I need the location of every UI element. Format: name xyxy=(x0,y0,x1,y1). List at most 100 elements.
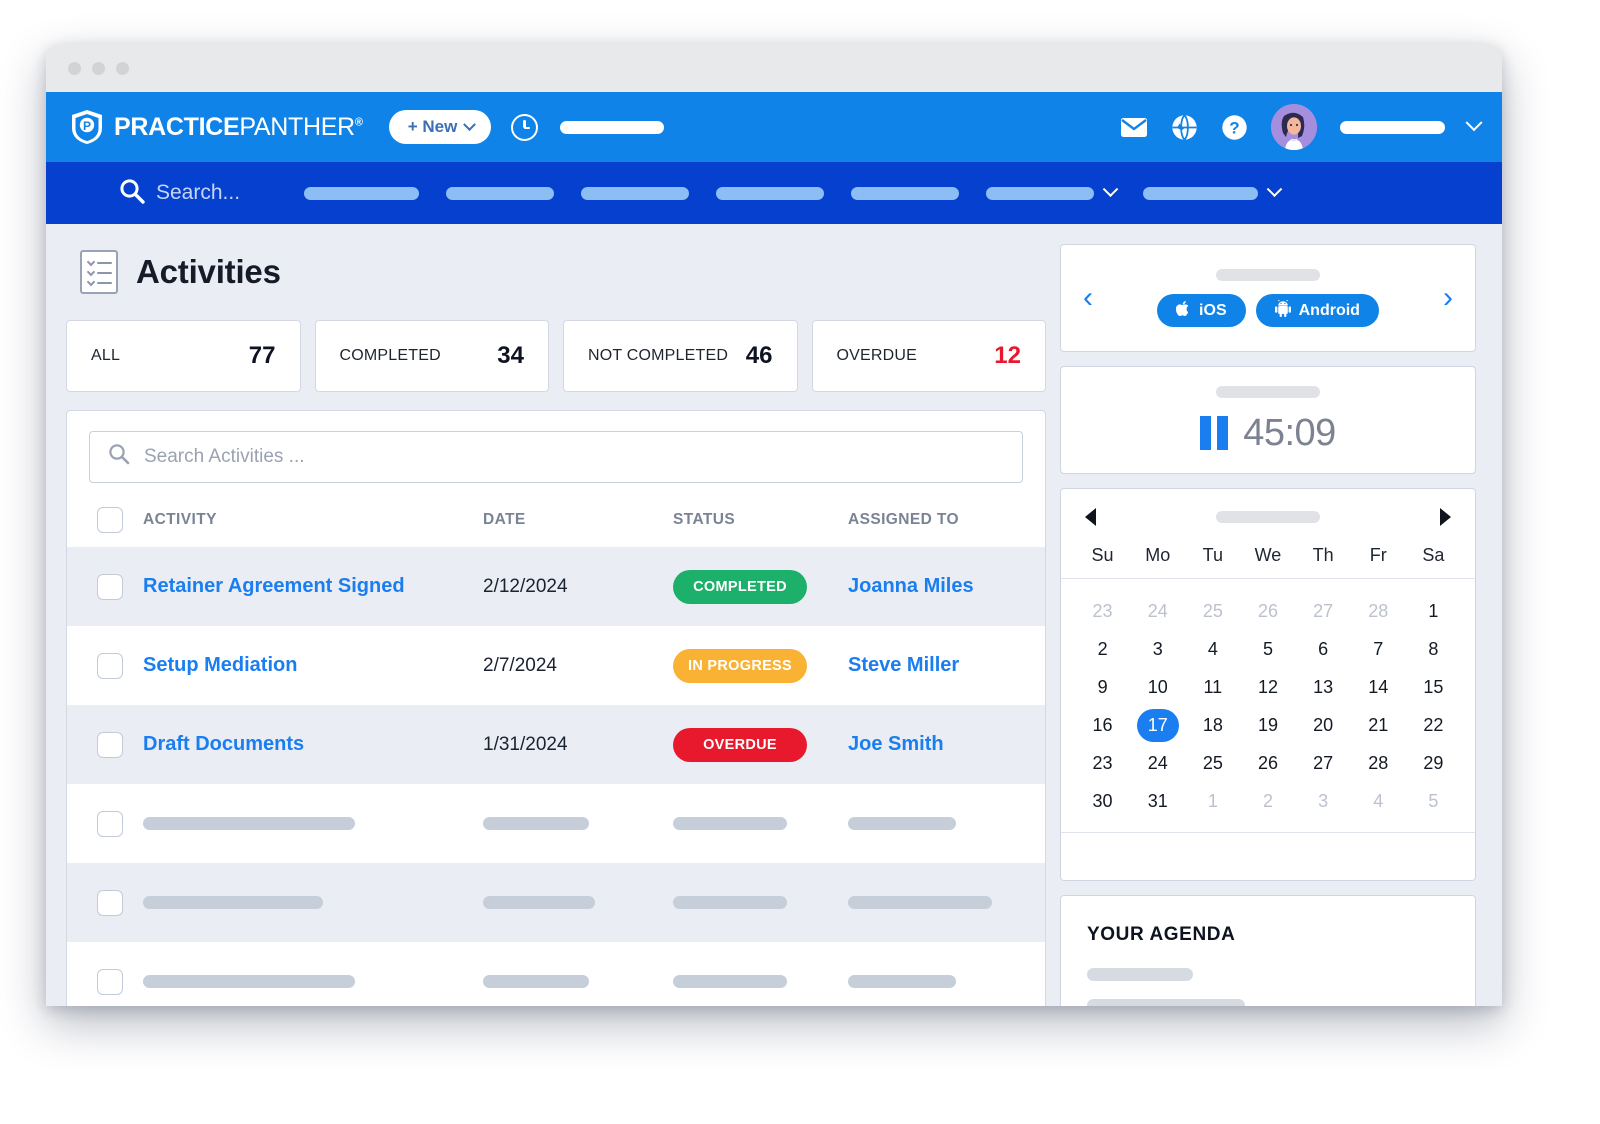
activity-link[interactable]: Retainer Agreement Signed xyxy=(143,575,405,597)
window-minimize-dot[interactable] xyxy=(92,61,105,75)
calendar-day[interactable]: 22 xyxy=(1406,709,1461,742)
select-all-checkbox[interactable] xyxy=(97,507,123,533)
brand-logo[interactable]: P PRACTICEPANTHER® xyxy=(70,109,363,145)
calendar-day[interactable]: 3 xyxy=(1296,785,1351,818)
globe-icon[interactable] xyxy=(1171,114,1198,141)
calendar-day[interactable]: 23 xyxy=(1075,747,1130,780)
row-checkbox[interactable] xyxy=(97,968,123,995)
calendar-day[interactable]: 23 xyxy=(1075,595,1130,628)
row-checkbox[interactable] xyxy=(97,889,123,916)
calendar-day[interactable]: 14 xyxy=(1351,671,1406,704)
calendar-day[interactable]: 21 xyxy=(1351,709,1406,742)
stat-tab-overdue[interactable]: OVERDUE 12 xyxy=(811,320,1046,392)
column-header-date[interactable]: DATE xyxy=(483,497,673,547)
table-row[interactable]: Draft Documents 1/31/2024 OVERDUE Joe Sm… xyxy=(67,705,1045,784)
calendar-day[interactable]: 9 xyxy=(1075,671,1130,704)
carousel-prev-button[interactable]: ‹ xyxy=(1083,283,1093,313)
calendar-day[interactable]: 5 xyxy=(1240,633,1295,666)
calendar-day[interactable]: 30 xyxy=(1075,785,1130,818)
mail-icon[interactable] xyxy=(1120,117,1148,138)
calendar-day[interactable]: 27 xyxy=(1296,595,1351,628)
calendar-day[interactable]: 28 xyxy=(1351,595,1406,628)
calendar-next-button[interactable] xyxy=(1440,508,1451,526)
calendar-day[interactable]: 5 xyxy=(1406,785,1461,818)
column-header-status[interactable]: STATUS xyxy=(673,497,848,547)
table-row[interactable]: Retainer Agreement Signed 2/12/2024 COMP… xyxy=(67,547,1045,626)
calendar-day[interactable]: 3 xyxy=(1130,633,1185,666)
clock-icon[interactable] xyxy=(511,113,539,141)
calendar-day[interactable]: 25 xyxy=(1185,747,1240,780)
nav-item-2[interactable] xyxy=(446,186,555,200)
calendar-day[interactable]: 11 xyxy=(1185,671,1240,704)
calendar-day[interactable]: 13 xyxy=(1296,671,1351,704)
calendar-day[interactable]: 7 xyxy=(1351,633,1406,666)
screenshot-root: P PRACTICEPANTHER® + New ? Search... Act… xyxy=(0,0,1600,1124)
calendar-day[interactable]: 24 xyxy=(1130,595,1185,628)
calendar-day[interactable]: 6 xyxy=(1296,633,1351,666)
help-icon[interactable]: ? xyxy=(1221,114,1248,141)
row-checkbox[interactable] xyxy=(97,731,123,758)
calendar-day[interactable]: 31 xyxy=(1130,785,1185,818)
calendar-day[interactable]: 28 xyxy=(1351,747,1406,780)
nav-item-1[interactable] xyxy=(304,186,420,200)
activity-link[interactable]: Setup Mediation xyxy=(143,654,297,676)
column-header-activity[interactable]: ACTIVITY xyxy=(143,497,483,547)
calendar-day-selected[interactable]: 17 xyxy=(1130,709,1185,742)
nav-label-placeholder xyxy=(446,186,555,200)
row-checkbox[interactable] xyxy=(97,652,123,679)
activities-card: Search Activities ... ACTIVITY DATE STAT… xyxy=(66,410,1046,1006)
calendar-day[interactable]: 15 xyxy=(1406,671,1461,704)
calendar-day[interactable]: 29 xyxy=(1406,747,1461,780)
android-download-button[interactable]: Android xyxy=(1255,294,1379,327)
chevron-down-icon[interactable] xyxy=(1465,114,1483,132)
stat-tab-completed[interactable]: COMPLETED 34 xyxy=(314,320,549,392)
table-row[interactable]: Setup Mediation 2/7/2024 IN PROGRESS Ste… xyxy=(67,626,1045,705)
assignee-link[interactable]: Steve Miller xyxy=(848,654,959,676)
pause-icon[interactable] xyxy=(1200,416,1229,450)
column-header-assigned-to[interactable]: ASSIGNED TO xyxy=(848,497,1045,547)
calendar-day[interactable]: 2 xyxy=(1075,633,1130,666)
calendar-day[interactable]: 27 xyxy=(1296,747,1351,780)
nav-item-7[interactable] xyxy=(1143,180,1283,200)
calendar-day[interactable]: 4 xyxy=(1185,633,1240,666)
calendar-day[interactable]: 16 xyxy=(1075,709,1130,742)
calendar-day[interactable]: 4 xyxy=(1351,785,1406,818)
calendar-day[interactable]: 24 xyxy=(1130,747,1185,780)
calendar-day[interactable]: 20 xyxy=(1296,709,1351,742)
avatar[interactable] xyxy=(1271,104,1317,150)
stat-tab-all[interactable]: ALL 77 xyxy=(66,320,301,392)
nav-item-4[interactable] xyxy=(716,186,825,200)
calendar-day[interactable]: 10 xyxy=(1130,671,1185,704)
calendar-day[interactable]: 1 xyxy=(1406,595,1461,628)
calendar-day[interactable]: 12 xyxy=(1240,671,1295,704)
ios-download-button[interactable]: iOS xyxy=(1157,294,1246,327)
brand-bold: PRACTICE xyxy=(114,112,240,141)
assignee-link[interactable]: Joanna Miles xyxy=(848,575,974,597)
calendar-day[interactable]: 1 xyxy=(1185,785,1240,818)
row-checkbox[interactable] xyxy=(97,573,123,600)
calendar-day[interactable]: 26 xyxy=(1240,595,1295,628)
topbar-placeholder-pill xyxy=(560,120,665,134)
activities-search-input[interactable]: Search Activities ... xyxy=(89,431,1023,483)
activity-link[interactable]: Draft Documents xyxy=(143,733,304,755)
table-row-skeleton xyxy=(67,863,1045,942)
new-button[interactable]: + New xyxy=(388,110,492,144)
window-maximize-dot[interactable] xyxy=(116,61,129,75)
calendar-day[interactable]: 8 xyxy=(1406,633,1461,666)
calendar-day-label: 2 xyxy=(1262,791,1273,811)
carousel-next-button[interactable]: › xyxy=(1443,283,1453,313)
assignee-link[interactable]: Joe Smith xyxy=(848,733,944,755)
stat-tab-not-completed[interactable]: NOT COMPLETED 46 xyxy=(563,320,798,392)
nav-item-6[interactable] xyxy=(986,180,1119,200)
nav-item-5[interactable] xyxy=(851,186,960,200)
calendar-day[interactable]: 19 xyxy=(1240,709,1295,742)
nav-item-3[interactable] xyxy=(581,186,690,200)
window-close-dot[interactable] xyxy=(68,61,81,75)
calendar-day[interactable]: 18 xyxy=(1185,709,1240,742)
calendar-day[interactable]: 25 xyxy=(1185,595,1240,628)
row-checkbox[interactable] xyxy=(97,810,123,837)
calendar-day[interactable]: 26 xyxy=(1240,747,1295,780)
global-search-placeholder[interactable]: Search... xyxy=(156,181,240,205)
calendar-day[interactable]: 2 xyxy=(1240,785,1295,818)
calendar-prev-button[interactable] xyxy=(1085,508,1096,526)
